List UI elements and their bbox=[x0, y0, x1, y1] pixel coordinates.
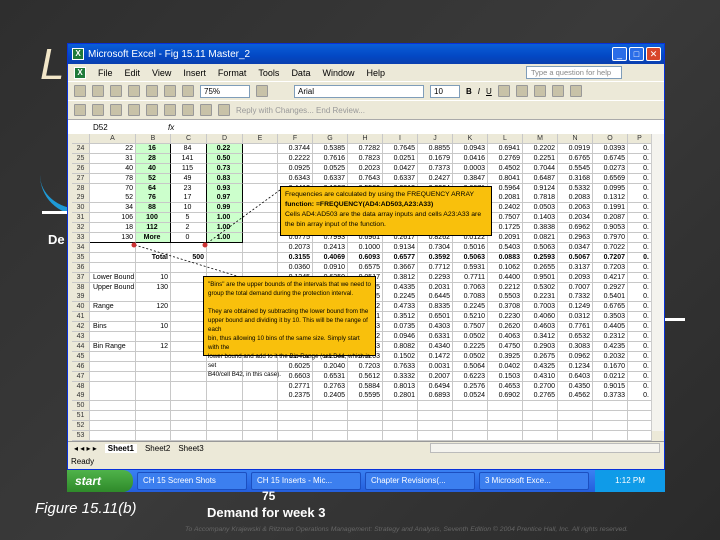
callout-line: function: =FREQUENCY(AD4:AD503,A23:A33) bbox=[285, 201, 434, 208]
callout-line: upper bound and dividing it by 10. This … bbox=[208, 317, 368, 333]
start-button[interactable]: start bbox=[67, 470, 133, 492]
taskbar-item[interactable]: CH 15 Screen Shots bbox=[137, 472, 247, 490]
callout-line: Cells AD4:AD503 are the data array input… bbox=[285, 211, 482, 218]
callout-line: "Bins" are the upper bounds of the inter… bbox=[208, 281, 371, 288]
taskbar-item[interactable]: CH 15 Inserts - Mic... bbox=[251, 472, 361, 490]
demand-caption: Demand for week 3 bbox=[207, 505, 326, 520]
callout-line: the bin array input of the function. bbox=[285, 221, 386, 228]
callout-line: group the total demand during the protec… bbox=[208, 290, 354, 297]
callout-line: B40/cell B42, in this case). bbox=[208, 371, 281, 378]
callout-line: bin, thus allowing 10 bins of the same s… bbox=[208, 335, 360, 351]
taskbar: start CH 15 Screen Shots CH 15 Inserts -… bbox=[67, 470, 665, 492]
callout-line: lower bound and add to it the Bin Range … bbox=[208, 353, 371, 369]
arrow-head bbox=[202, 242, 208, 248]
arrow-line bbox=[205, 189, 281, 245]
callout-line: They are obtained by subtracting the low… bbox=[208, 308, 369, 315]
callout-line: Frequencies are calculated by using the … bbox=[285, 191, 475, 198]
taskbar-item[interactable]: 3 Microsoft Exce... bbox=[479, 472, 589, 490]
bins-callout: "Bins" are the upper bounds of the inter… bbox=[203, 276, 376, 378]
arrow-head bbox=[131, 242, 137, 248]
demand-value: 75 bbox=[262, 489, 276, 503]
taskbar-item[interactable]: Chapter Revisions(... bbox=[365, 472, 475, 490]
callout-line bbox=[208, 298, 371, 307]
figure-label: Figure 15.11(b) bbox=[35, 500, 137, 517]
arrow-line bbox=[134, 244, 241, 278]
clock: 1:12 PM bbox=[595, 470, 665, 492]
callout-arrows bbox=[131, 189, 281, 278]
frequency-callout: Frequencies are calculated by using the … bbox=[280, 186, 492, 236]
footer: To Accompany Krajewski & Ritzman Operati… bbox=[185, 526, 628, 533]
